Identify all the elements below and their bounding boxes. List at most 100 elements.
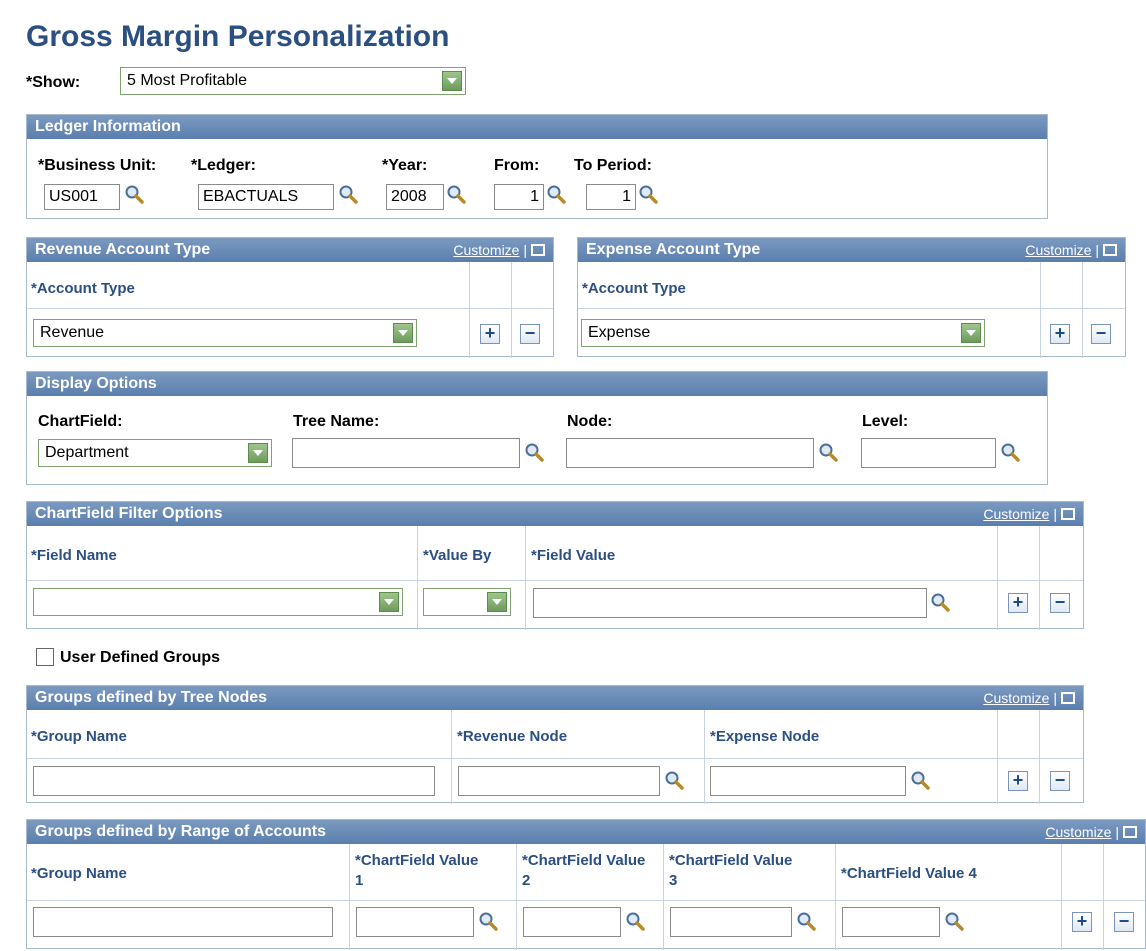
range-col-group-name: *Group Name <box>31 865 127 882</box>
ledger-information-header: Ledger Information <box>27 115 1047 139</box>
minus-icon[interactable]: − <box>1050 771 1070 791</box>
minus-icon[interactable]: − <box>1050 593 1070 613</box>
expense-account-type-dropdown[interactable]: Expense <box>581 319 985 347</box>
level-input[interactable] <box>861 438 996 468</box>
tree-expense-node-input[interactable] <box>710 766 906 796</box>
chevron-down-icon[interactable] <box>487 592 507 612</box>
business-unit-input[interactable]: US001 <box>44 184 120 210</box>
revenue-account-type-header: Revenue Account Type Customize | <box>27 238 553 262</box>
filter-customize-link[interactable]: Customize <box>983 506 1049 522</box>
plus-icon[interactable]: + <box>1072 912 1092 932</box>
plus-icon[interactable]: + <box>1008 771 1028 791</box>
range-col-cf3: *ChartField Value 3 <box>669 852 793 889</box>
popout-icon[interactable] <box>1103 244 1117 257</box>
range-col-cf2: *ChartField Value 2 <box>522 852 646 889</box>
magnifier-icon[interactable] <box>910 770 930 790</box>
expense-header-label: Expense Account Type <box>586 241 761 258</box>
chartfield-value: Department <box>45 444 129 461</box>
to-period-label: To Period: <box>574 157 652 174</box>
ledger-label: *Ledger: <box>191 157 256 174</box>
range-cf2-input[interactable] <box>523 907 621 937</box>
filter-header-label: ChartField Filter Options <box>35 505 223 522</box>
magnifier-icon[interactable] <box>796 911 816 931</box>
range-groups-customize-link[interactable]: Customize <box>1045 824 1111 840</box>
revenue-account-type-dropdown[interactable]: Revenue <box>33 319 417 347</box>
to-period-input[interactable]: 1 <box>586 184 636 210</box>
range-groups-header-label: Groups defined by Range of Accounts <box>35 823 326 840</box>
minus-icon[interactable]: − <box>520 324 540 344</box>
user-defined-groups-label: User Defined Groups <box>60 649 221 666</box>
expense-value: Expense <box>588 324 651 341</box>
chartfield-dropdown[interactable]: Department <box>38 439 272 467</box>
chevron-down-icon[interactable] <box>393 323 413 343</box>
show-label: *Show: <box>26 74 81 91</box>
revenue-value: Revenue <box>40 324 105 341</box>
range-col-cf4: *ChartField Value 4 <box>841 865 977 882</box>
magnifier-icon[interactable] <box>944 911 964 931</box>
popout-icon[interactable] <box>1123 826 1137 839</box>
filter-field-value-input[interactable] <box>533 588 927 618</box>
user-defined-groups-checkbox[interactable] <box>36 648 54 666</box>
tree-group-name-input[interactable] <box>33 766 435 796</box>
chevron-down-icon[interactable] <box>961 323 981 343</box>
expense-col-account-type: *Account Type <box>582 280 686 297</box>
minus-icon[interactable]: − <box>1091 324 1111 344</box>
node-input[interactable] <box>566 438 814 468</box>
customize-separator: | <box>523 242 527 258</box>
plus-icon[interactable]: + <box>1050 324 1070 344</box>
filter-col-value-by: *Value By <box>423 547 492 564</box>
level-label: Level: <box>862 413 909 430</box>
plus-icon[interactable]: + <box>1008 593 1028 613</box>
range-groups-header: Groups defined by Range of Accounts Cust… <box>27 820 1145 844</box>
expense-customize-link[interactable]: Customize <box>1025 242 1091 258</box>
filter-field-name-dropdown[interactable] <box>33 588 403 616</box>
range-col-cf1: *ChartField Value 1 <box>355 852 479 889</box>
customize-separator: | <box>1053 690 1057 706</box>
from-period-input[interactable]: 1 <box>494 184 544 210</box>
magnifier-icon[interactable] <box>638 184 658 204</box>
tree-revenue-node-input[interactable] <box>458 766 660 796</box>
filter-col-field-value: *Field Value <box>531 547 616 564</box>
tree-col-expense-node: *Expense Node <box>710 728 820 745</box>
popout-icon[interactable] <box>1061 508 1075 521</box>
show-dropdown[interactable]: 5 Most Profitable <box>120 67 466 95</box>
revenue-customize-link[interactable]: Customize <box>453 242 519 258</box>
chevron-down-icon[interactable] <box>248 443 268 463</box>
expense-account-type-header: Expense Account Type Customize | <box>578 238 1125 262</box>
year-input[interactable]: 2008 <box>386 184 444 210</box>
tree-groups-customize-link[interactable]: Customize <box>983 690 1049 706</box>
minus-icon[interactable]: − <box>1114 912 1134 932</box>
magnifier-icon[interactable] <box>818 442 838 462</box>
magnifier-icon[interactable] <box>478 911 498 931</box>
year-label: *Year: <box>382 157 428 174</box>
magnifier-icon[interactable] <box>524 442 544 462</box>
range-cf3-input[interactable] <box>670 907 792 937</box>
magnifier-icon[interactable] <box>124 184 144 204</box>
filter-value-by-dropdown[interactable] <box>423 588 511 616</box>
magnifier-icon[interactable] <box>546 184 566 204</box>
magnifier-icon[interactable] <box>338 184 358 204</box>
chevron-down-icon[interactable] <box>379 592 399 612</box>
range-group-name-input[interactable] <box>33 907 333 937</box>
range-cf1-input[interactable] <box>356 907 474 937</box>
tree-name-input[interactable] <box>292 438 520 468</box>
magnifier-icon[interactable] <box>664 770 684 790</box>
customize-separator: | <box>1053 506 1057 522</box>
magnifier-icon[interactable] <box>625 911 645 931</box>
tree-name-label: Tree Name: <box>293 413 380 430</box>
show-value: 5 Most Profitable <box>127 72 248 89</box>
range-cf4-input[interactable] <box>842 907 940 937</box>
customize-separator: | <box>1095 242 1099 258</box>
chevron-down-icon[interactable] <box>442 71 462 91</box>
magnifier-icon[interactable] <box>1000 442 1020 462</box>
magnifier-icon[interactable] <box>930 592 950 612</box>
popout-icon[interactable] <box>531 244 545 257</box>
magnifier-icon[interactable] <box>446 184 466 204</box>
page-title: Gross Margin Personalization <box>26 20 450 53</box>
revenue-header-label: Revenue Account Type <box>35 241 211 258</box>
popout-icon[interactable] <box>1061 692 1075 705</box>
business-unit-label: *Business Unit: <box>38 157 157 174</box>
display-options-header: Display Options <box>27 372 1047 396</box>
plus-icon[interactable]: + <box>480 324 500 344</box>
ledger-input[interactable]: EBACTUALS <box>198 184 334 210</box>
